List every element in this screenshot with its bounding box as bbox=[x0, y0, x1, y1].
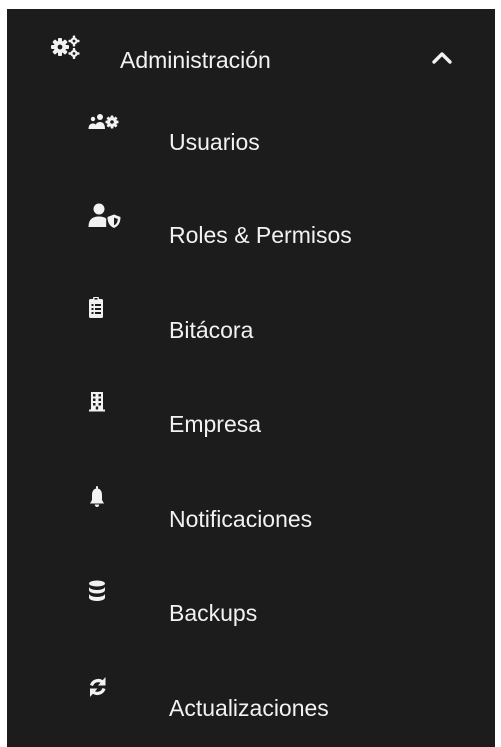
menu-item-backups[interactable]: Backups bbox=[7, 579, 495, 649]
menu-item-notificaciones[interactable]: Notificaciones bbox=[7, 485, 495, 555]
building-icon bbox=[87, 390, 123, 418]
database-icon bbox=[87, 579, 123, 607]
administracion-label: Administración bbox=[120, 47, 271, 73]
menu-item-label: Usuarios bbox=[169, 129, 260, 155]
sync-icon bbox=[87, 674, 123, 702]
bell-icon bbox=[87, 485, 123, 513]
menu-item-label: Backups bbox=[169, 600, 258, 626]
gears-icon bbox=[51, 35, 81, 59]
menu-item-label: Empresa bbox=[169, 411, 262, 437]
menu-item-label: Bitácora bbox=[169, 317, 254, 343]
users-cog-icon bbox=[87, 108, 123, 136]
clipboard-list-icon bbox=[87, 296, 123, 324]
administracion-group-toggle[interactable]: Administración bbox=[7, 30, 495, 90]
menu-item-label: Roles & Permisos bbox=[169, 222, 352, 248]
menu-item-label: Actualizaciones bbox=[169, 695, 329, 721]
menu-item-label: Notificaciones bbox=[169, 506, 313, 532]
sidebar-menu: Administración Usuarios Roles & Permisos… bbox=[7, 9, 495, 747]
menu-item-bitacora[interactable]: Bitácora bbox=[7, 296, 495, 366]
menu-item-actualizaciones[interactable]: Actualizaciones bbox=[7, 674, 495, 744]
chevron-up-icon bbox=[431, 49, 453, 65]
user-shield-icon bbox=[87, 201, 123, 229]
menu-item-roles-permisos[interactable]: Roles & Permisos bbox=[7, 201, 495, 271]
menu-item-empresa[interactable]: Empresa bbox=[7, 390, 495, 460]
menu-item-usuarios[interactable]: Usuarios bbox=[7, 108, 495, 178]
